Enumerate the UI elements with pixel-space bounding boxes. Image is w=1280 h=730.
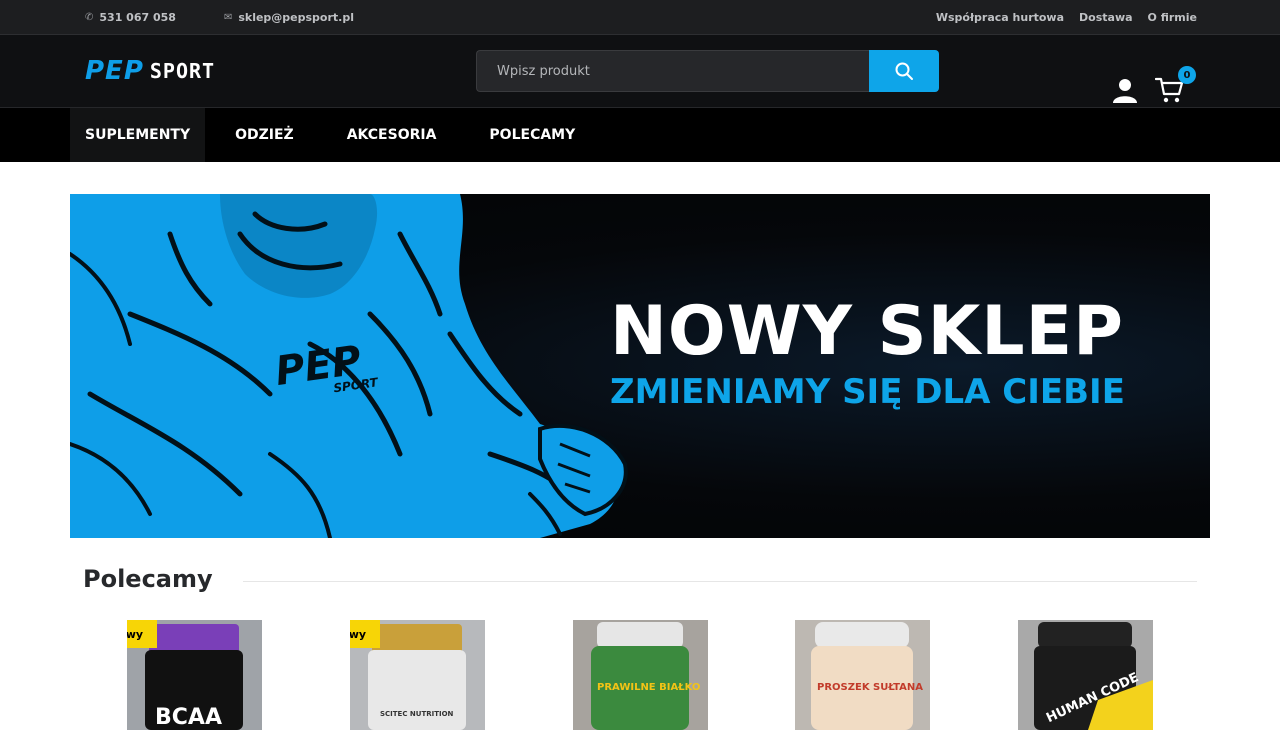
product-label: PROSZEK SUŁTANA [817,682,923,693]
link-wholesale[interactable]: Współpraca hurtowa [936,11,1064,24]
nav-item-accessories[interactable]: AKCESORIA [332,108,452,162]
banner-title: NOWY SKLEP [610,292,1124,371]
new-badge: Nowy [350,620,380,648]
logo-sport: SPORT [149,59,216,83]
mail-icon: ✉ [223,11,233,23]
link-about[interactable]: O firmie [1148,11,1197,24]
user-icon [1113,79,1137,103]
product-card[interactable]: PROSZEK SUŁTANA [795,620,930,730]
phone-number: 531 067 058 [99,10,176,24]
top-bar: ✆ 531 067 058 ✉ sklep@pepsport.pl Współp… [0,0,1280,35]
main-nav: SUPLEMENTY ODZIEŻ AKCESORIA POLECAMY [0,107,1280,162]
link-delivery[interactable]: Dostawa [1079,11,1133,24]
nav-item-recommended[interactable]: POLECAMY [474,108,590,162]
search-input[interactable] [476,50,869,92]
site-logo[interactable]: PEP SPORT [85,56,216,86]
product-label: SCITEC NUTRITION [380,710,454,718]
section-divider [242,580,1197,582]
contact-info: ✆ 531 067 058 ✉ sklep@pepsport.pl [85,11,402,24]
search-button[interactable] [869,50,939,92]
search-icon [895,62,913,80]
nav-item-supplements[interactable]: SUPLEMENTY [70,108,206,162]
section-title: Polecamy [83,565,213,593]
product-card[interactable]: PRAWILNE BIAŁKO [573,620,708,730]
cart-count-badge: 0 [1178,66,1196,84]
hero-banner[interactable]: PEP SPORT NOWY SKLEP ZMIENIAMY SIĘ DLA C… [70,194,1210,538]
athlete-illustration: PEP SPORT [70,194,628,538]
email-contact[interactable]: ✉ sklep@pepsport.pl [224,11,354,24]
top-links: Współpraca hurtowa Dostawa O firmie [921,11,1197,24]
product-card[interactable]: Nowy SCITEC NUTRITION [350,620,485,730]
product-card[interactable]: Nowy BCAA [127,620,262,730]
banner-subtitle: ZMIENIAMY SIĘ DLA CIEBIE [610,372,1125,412]
phone-contact[interactable]: ✆ 531 067 058 [85,11,176,24]
product-image: PRAWILNE BIAŁKO [573,620,708,730]
product-image: HUMAN CODE [1018,620,1153,730]
logo-pep: PEP [85,56,144,86]
phone-icon: ✆ [85,11,94,23]
recommended-header: Polecamy [83,565,1197,593]
search-bar [476,50,939,92]
product-list: Nowy BCAA Nowy SCITEC NUTRITION PRAWILNE… [0,620,1280,730]
product-label: BCAA [155,705,222,730]
main-header: PEP SPORT 0 [0,35,1280,107]
account-button[interactable] [1111,76,1139,108]
product-image: PROSZEK SUŁTANA [795,620,930,730]
new-badge: Nowy [127,620,157,648]
nav-item-clothing[interactable]: ODZIEŻ [220,108,309,162]
product-label: PRAWILNE BIAŁKO [597,682,700,693]
cart-button[interactable]: 0 [1154,66,1196,108]
email-address: sklep@pepsport.pl [238,10,354,24]
product-card[interactable]: HUMAN CODE [1018,620,1153,730]
